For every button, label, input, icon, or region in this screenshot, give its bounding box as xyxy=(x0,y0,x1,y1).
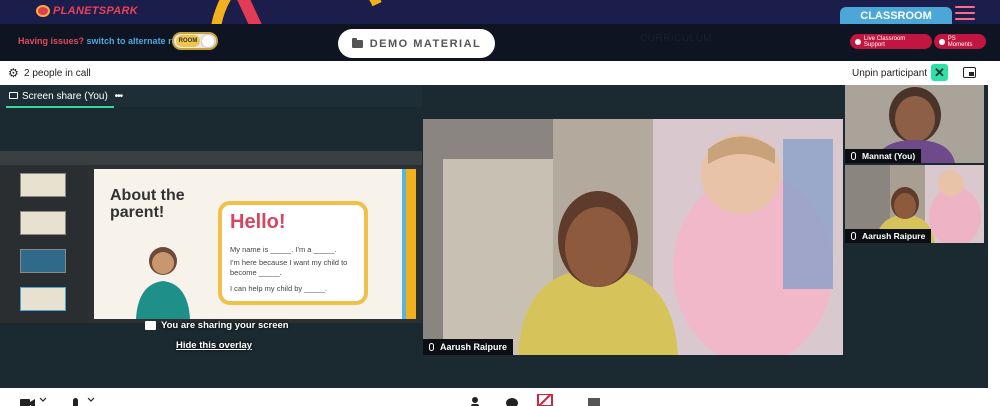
microphone-icon xyxy=(851,232,856,240)
chat-icon[interactable] xyxy=(505,396,519,406)
logo-icon xyxy=(36,5,50,17)
microphone-icon xyxy=(851,152,856,160)
participant-video-feed xyxy=(423,119,843,355)
folder-icon xyxy=(351,37,363,48)
video-stage: Screen share (You) ••• About the parent! xyxy=(0,85,988,388)
classroom-tab[interactable]: CLASSROOM xyxy=(840,7,952,24)
card-text: My name is _____. I'm a _____. I'm here … xyxy=(230,245,348,293)
ps-moments-button[interactable]: PS Moments xyxy=(934,34,986,49)
slide-thumbnail xyxy=(20,249,66,273)
unpin-button[interactable]: ✕ xyxy=(931,64,948,81)
hide-overlay-link[interactable]: Hide this overlay xyxy=(176,340,252,351)
sharing-overlay-message: You are sharing your screen xyxy=(145,320,289,331)
participant-name-tag: Mannat (You) xyxy=(845,149,922,163)
slide-person-image xyxy=(136,247,190,319)
issue-question: Having issues? xyxy=(18,36,85,46)
whiteboard-icon[interactable] xyxy=(588,396,600,406)
hello-card: Hello! My name is _____. I'm a _____. I'… xyxy=(218,201,368,305)
presenter-toolbar xyxy=(0,151,422,165)
menu-icon[interactable] xyxy=(955,6,975,20)
participant-name: Mannat (You) xyxy=(862,151,916,161)
demo-material-label: DEMO MATERIAL xyxy=(369,37,482,50)
ps-moments-label: PS Moments xyxy=(947,35,973,48)
moments-icon xyxy=(939,38,945,45)
curriculum-tab[interactable]: CURRICULUM xyxy=(640,33,712,44)
current-slide: About the parent! Hello! My name is ____… xyxy=(94,169,416,319)
classroom-header: Having issues? switch to alternate room … xyxy=(0,24,1000,61)
participant-name-tag: Aarush Raipure xyxy=(845,229,932,243)
gear-icon[interactable]: ⚙ xyxy=(8,67,19,79)
close-icon: ✕ xyxy=(934,65,945,80)
participant-name-tag: Aarush Raipure xyxy=(423,339,514,355)
slide-title: About the parent! xyxy=(110,187,185,221)
alternate-room-notice: Having issues? switch to alternate room xyxy=(18,36,191,46)
screen-share-icon xyxy=(145,321,156,330)
screen-share-title: Screen share (You) ••• xyxy=(22,91,123,102)
call-bar: ⚙ 2 people in call Unpin participant ✕ xyxy=(0,61,988,85)
slide-accent xyxy=(406,169,416,319)
more-options-icon[interactable]: ••• xyxy=(115,91,123,102)
support-icon xyxy=(855,38,861,45)
room-toggle[interactable]: ROOM xyxy=(172,32,218,50)
live-support-label: Live Classroom Support xyxy=(863,35,906,48)
participant-tile[interactable]: Aarush Raipure xyxy=(845,165,984,243)
live-classroom-support-button[interactable]: Live Classroom Support xyxy=(850,34,932,49)
camera-icon[interactable] xyxy=(20,396,50,406)
stop-share-icon[interactable] xyxy=(537,394,553,406)
microphone-icon xyxy=(429,343,434,351)
slide-thumbnail xyxy=(20,173,66,197)
sharing-message: You are sharing your screen xyxy=(161,320,289,331)
top-banner: PLANETSPARK CLASSROOM xyxy=(0,0,1000,24)
slide-thumbnails xyxy=(0,165,88,323)
demo-material-button[interactable]: DEMO MATERIAL xyxy=(338,29,495,58)
monitor-icon xyxy=(9,92,18,99)
participant-name: Aarush Raipure xyxy=(862,231,926,241)
pinned-participant-video[interactable]: Aarush Raipure xyxy=(423,119,843,355)
active-tab-indicator xyxy=(6,106,114,108)
planetspark-logo[interactable]: PLANETSPARK xyxy=(36,5,138,17)
layout-icon[interactable] xyxy=(963,67,976,78)
logo-text: PLANETSPARK xyxy=(53,5,138,17)
hello-heading: Hello! xyxy=(230,211,286,233)
unpin-label: Unpin participant xyxy=(852,68,928,79)
slide-thumbnail xyxy=(20,211,66,235)
participant-tile-self[interactable]: Mannat (You) xyxy=(845,85,984,163)
people-count: 2 people in call xyxy=(24,68,91,79)
shared-screen-preview: About the parent! Hello! My name is ____… xyxy=(0,151,422,323)
slide-thumbnail xyxy=(20,287,66,311)
microphone-toggle-icon[interactable] xyxy=(70,396,100,406)
room-toggle-label: ROOM xyxy=(176,35,200,47)
call-controls xyxy=(0,388,1000,406)
participants-icon[interactable] xyxy=(469,396,481,406)
screen-share-header: Screen share (You) ••• xyxy=(0,85,422,108)
toggle-knob xyxy=(202,35,214,47)
participant-name: Aarush Raipure xyxy=(440,342,508,352)
